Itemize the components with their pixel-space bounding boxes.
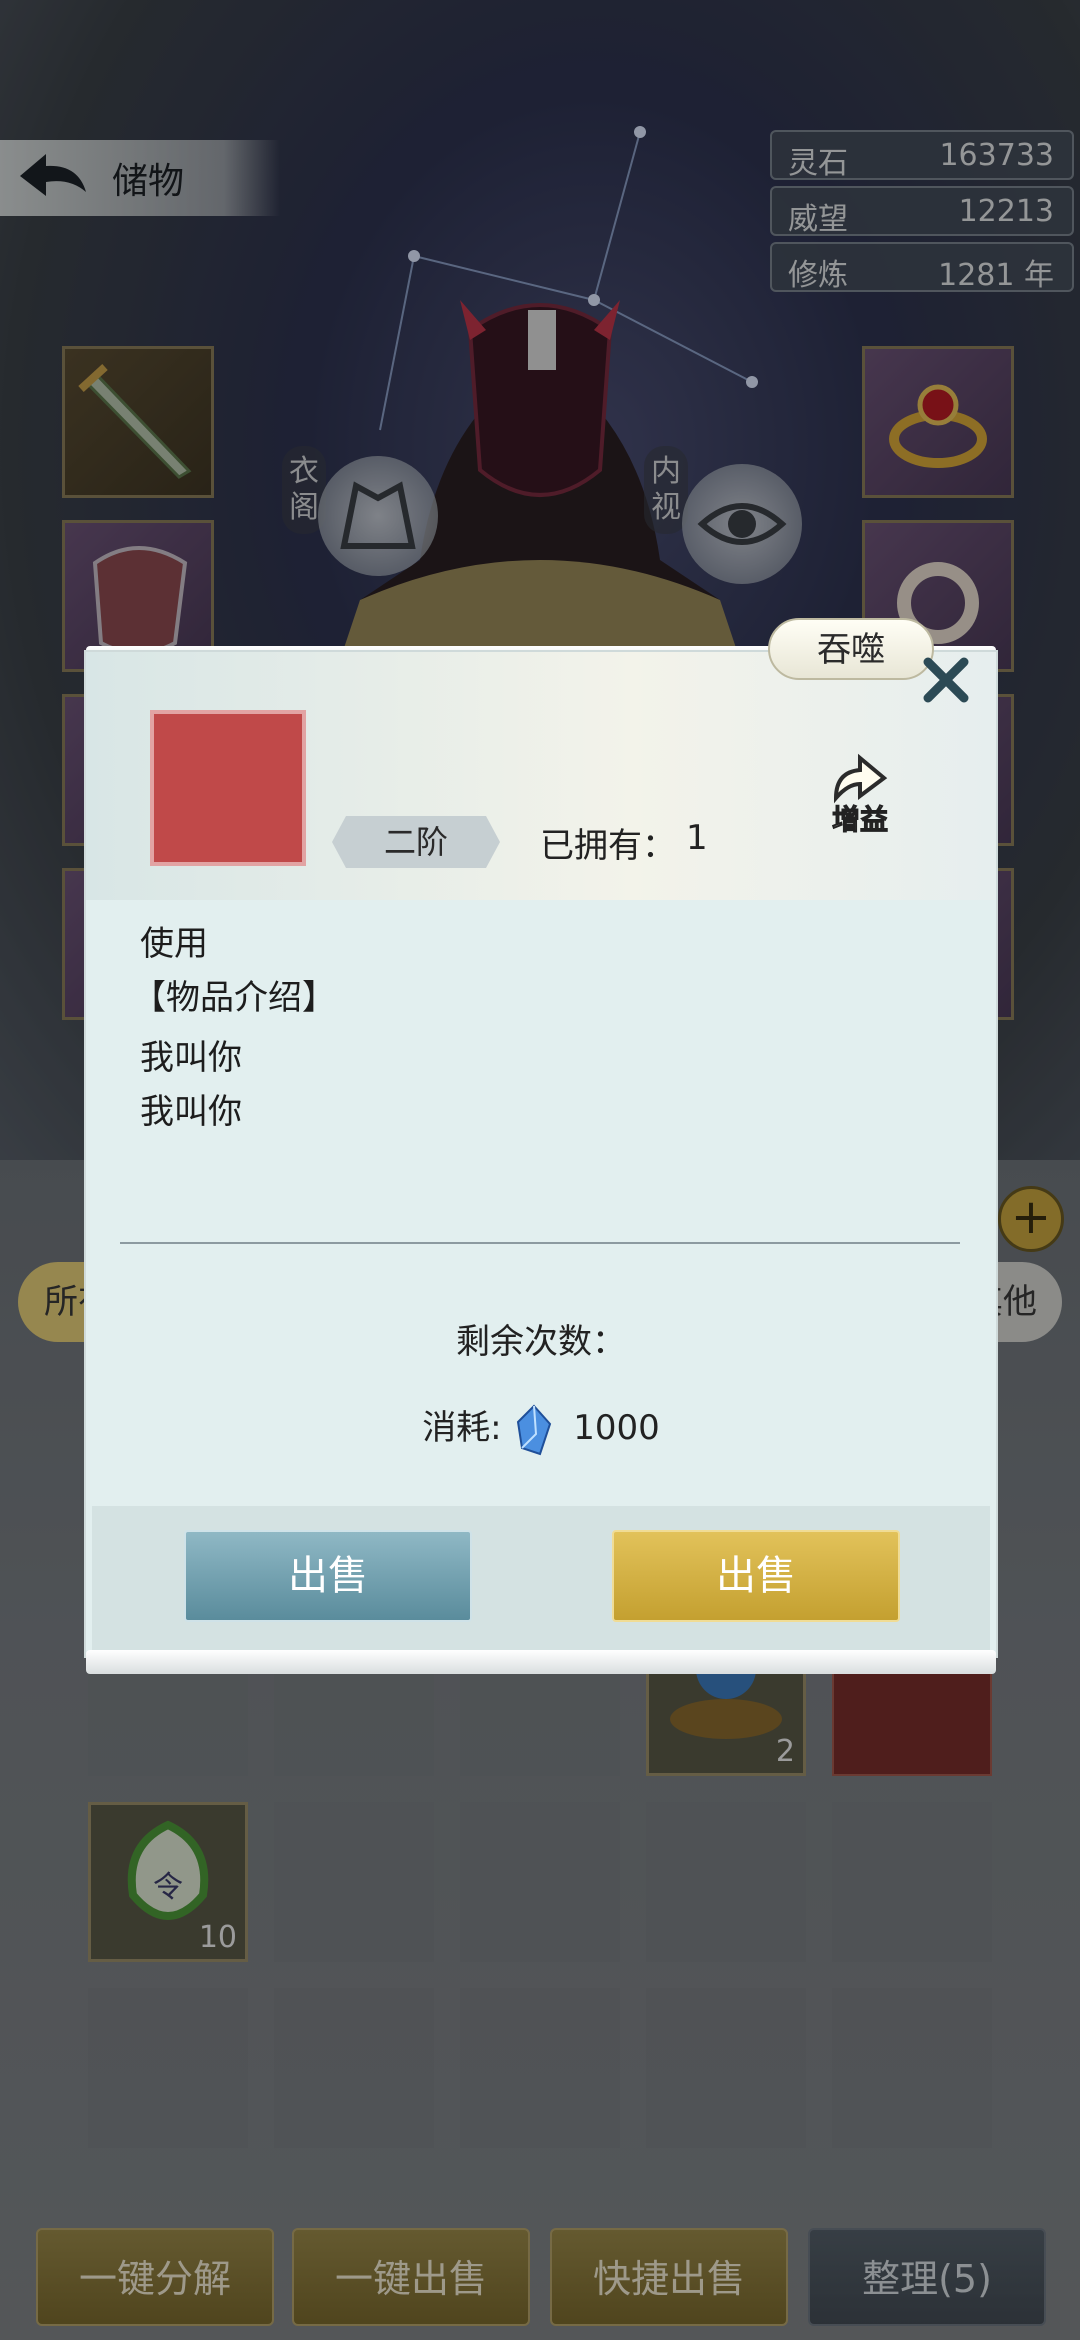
crystal-icon <box>517 1404 552 1455</box>
owned-count: 1 <box>686 818 708 858</box>
item-intro-heading: 【物品介绍】 <box>132 978 336 1018</box>
scroll-rod-bottom <box>86 1650 996 1674</box>
close-icon[interactable] <box>918 652 974 708</box>
cost-label: 消耗: <box>422 1408 502 1448</box>
cost-row: 消耗: 1000 <box>86 1400 996 1456</box>
buff-button[interactable]: 增益 <box>820 748 900 838</box>
arrow-up-icon <box>833 753 888 804</box>
item-icon <box>150 710 306 866</box>
owned-label: 已拥有： <box>540 826 676 866</box>
item-desc-line: 我叫你 <box>140 1038 242 1078</box>
devour-button[interactable]: 吞噬 <box>768 618 934 680</box>
cost-value: 1000 <box>573 1408 660 1448</box>
item-usage-label: 使用 <box>140 924 208 964</box>
divider <box>120 1242 960 1244</box>
buff-label: 增益 <box>831 803 888 837</box>
sell-button-left[interactable]: 出售 <box>184 1530 472 1622</box>
item-detail-modal: 二阶 已拥有： 1 增益 使用 【物品介绍】 我叫你 我叫你 剩余次数： 消耗:… <box>86 652 996 1656</box>
sell-button-right[interactable]: 出售 <box>612 1530 900 1622</box>
remaining-uses: 剩余次数： <box>456 1322 626 1362</box>
item-tier-badge: 二阶 <box>332 816 500 868</box>
item-desc-line: 我叫你 <box>140 1092 242 1132</box>
